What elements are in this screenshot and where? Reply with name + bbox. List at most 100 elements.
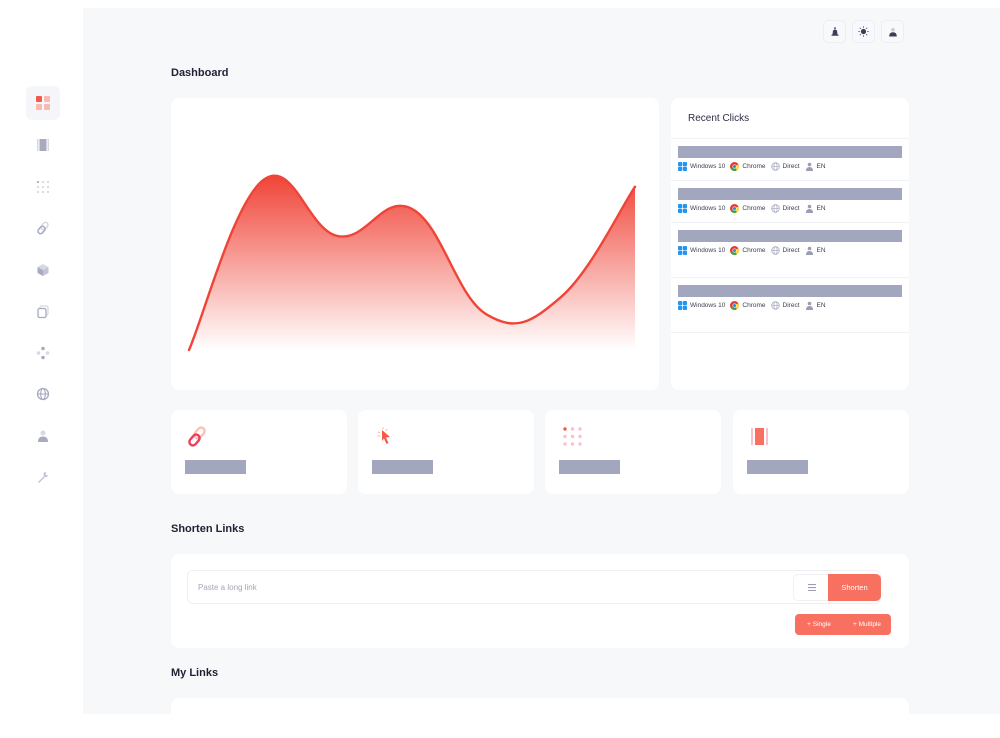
columns-icon <box>751 428 768 445</box>
user-icon <box>888 27 897 36</box>
sidebar-item-dashboard[interactable] <box>26 86 60 120</box>
my-links-card <box>171 698 909 738</box>
language-label: EN <box>816 163 826 170</box>
windows-icon <box>678 246 687 255</box>
recent-click-item[interactable]: Windows 10 Chrome Direct EN <box>671 181 909 223</box>
topbar <box>823 20 904 43</box>
theme-toggle-button[interactable] <box>852 20 875 43</box>
chart-point-1[interactable] <box>183 344 195 356</box>
chart-point-5[interactable] <box>480 308 492 320</box>
stat-value-placeholder <box>747 460 808 474</box>
recent-clicks-card: Recent Clicks Windows 10 Chrome Direct E… <box>671 98 909 390</box>
user-icon <box>805 204 813 213</box>
recent-click-meta: Windows 10 Chrome Direct EN <box>678 158 902 176</box>
recent-click-meta: Windows 10 Chrome Direct EN <box>678 242 902 260</box>
sidebar-item-copies[interactable] <box>26 295 60 329</box>
sliders-icon <box>807 584 816 591</box>
chrome-icon <box>730 246 740 255</box>
dashboard-grid-icon <box>36 96 50 110</box>
recent-click-meta: Windows 10 Chrome Direct EN <box>678 297 902 315</box>
sidebar-item-apps[interactable] <box>26 170 60 204</box>
single-mode-button[interactable]: + Single <box>795 614 843 635</box>
wrench-icon <box>38 471 49 483</box>
chart-point-2[interactable] <box>257 174 269 186</box>
stat-value-placeholder <box>185 460 246 474</box>
stat-card-pages[interactable] <box>733 410 909 494</box>
chrome-icon <box>730 301 740 310</box>
chrome-icon <box>730 162 740 171</box>
user-icon <box>805 246 813 255</box>
my-links-title: My Links <box>171 667 219 679</box>
link-url-placeholder <box>678 146 902 158</box>
user-icon <box>805 162 813 171</box>
link-icon <box>188 426 206 447</box>
chart-point-7[interactable] <box>629 181 641 193</box>
user-icon <box>38 430 48 442</box>
windows-icon <box>678 204 687 213</box>
globe-icon <box>770 301 780 310</box>
shorten-options-button[interactable] <box>793 574 829 601</box>
os-label: Windows 10 <box>690 205 726 212</box>
link-icon <box>37 221 49 235</box>
bell-icon <box>831 26 838 36</box>
stat-card-clicks[interactable] <box>358 410 534 494</box>
diamond-dots-icon <box>36 346 50 360</box>
clicks-chart-card <box>171 98 659 390</box>
user-icon <box>805 301 813 310</box>
sidebar-item-packages[interactable] <box>26 253 60 287</box>
stat-card-links[interactable] <box>171 410 347 494</box>
referrer-label: Direct <box>782 302 800 309</box>
recent-clicks-list: Windows 10 Chrome Direct EN Windows 10 C… <box>671 139 909 333</box>
language-label: EN <box>816 205 826 212</box>
globe-icon <box>36 387 50 401</box>
sidebar-item-domains[interactable] <box>26 377 60 411</box>
chart-point-3[interactable] <box>332 230 344 242</box>
main-content: Dashboard Recent Clicks Windows 10 Chrom… <box>83 8 1000 738</box>
recent-click-meta: Windows 10 Chrome Direct EN <box>678 200 902 218</box>
os-label: Windows 10 <box>690 302 726 309</box>
os-label: Windows 10 <box>690 247 726 254</box>
dashboard-title: Dashboard <box>171 67 229 79</box>
stat-card-apps[interactable] <box>545 410 721 494</box>
chart-point-6[interactable] <box>555 291 567 303</box>
sidebar-item-pages[interactable] <box>26 128 60 162</box>
shorten-input-group: Shorten <box>187 570 881 604</box>
shorten-button[interactable]: Shorten <box>828 574 881 601</box>
sidebar-item-links[interactable] <box>26 211 60 245</box>
dots-grid-icon <box>36 180 50 194</box>
recent-click-item[interactable]: Windows 10 Chrome Direct EN <box>671 278 909 333</box>
chrome-icon <box>730 204 740 213</box>
sidebar-item-tools[interactable] <box>26 460 60 494</box>
sun-icon <box>858 26 869 37</box>
recent-clicks-title: Recent Clicks <box>671 98 909 139</box>
notifications-button[interactable] <box>823 20 846 43</box>
windows-icon <box>678 301 687 310</box>
referrer-label: Direct <box>782 163 800 170</box>
os-label: Windows 10 <box>690 163 726 170</box>
columns-icon <box>37 139 49 151</box>
sidebar <box>0 0 83 714</box>
stat-value-placeholder <box>559 460 620 474</box>
box-icon <box>37 264 49 276</box>
recent-click-item[interactable]: Windows 10 Chrome Direct EN <box>671 223 909 278</box>
sidebar-item-account[interactable] <box>26 419 60 453</box>
globe-icon <box>770 204 780 213</box>
link-url-placeholder <box>678 188 902 200</box>
profile-button[interactable] <box>881 20 904 43</box>
cursor-click-icon <box>377 427 390 444</box>
language-label: EN <box>816 302 826 309</box>
browser-label: Chrome <box>742 302 766 309</box>
globe-icon <box>770 162 780 171</box>
chart-point-4[interactable] <box>406 203 418 215</box>
dots-grid-icon <box>563 427 582 446</box>
clicks-area-chart <box>183 174 641 356</box>
long-link-input[interactable] <box>198 579 778 595</box>
globe-icon <box>770 246 780 255</box>
chart-area-fill <box>189 175 635 350</box>
windows-icon <box>678 162 687 171</box>
recent-click-item[interactable]: Windows 10 Chrome Direct EN <box>671 139 909 181</box>
referrer-label: Direct <box>782 205 800 212</box>
sidebar-item-integrations[interactable] <box>26 336 60 370</box>
multiple-mode-button[interactable]: + Multiple <box>843 614 891 635</box>
shorten-links-title: Shorten Links <box>171 523 245 535</box>
